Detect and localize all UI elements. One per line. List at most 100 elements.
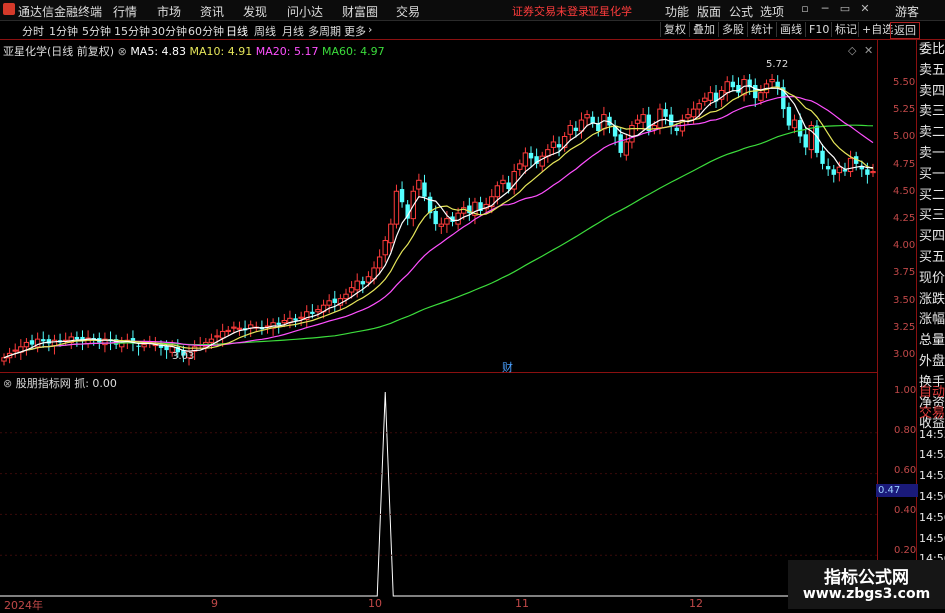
side-label-12[interactable]: 涨跌 — [919, 290, 945, 311]
candle-body — [797, 120, 803, 137]
watermark: 指标公式网 www.zbgs3.com — [788, 560, 945, 609]
period-multi[interactable]: 多周期 — [308, 23, 341, 39]
kline-chart[interactable] — [0, 40, 878, 609]
price-tick-2: 5.00 — [893, 131, 916, 143]
side-trade-0[interactable]: 自动 — [919, 383, 945, 404]
period-fenshi[interactable]: 分时 — [22, 23, 44, 39]
side-label-6[interactable]: 买一 — [919, 165, 945, 186]
side-trade-6[interactable]: 14:56 — [919, 508, 945, 528]
guest-label[interactable]: 游客 — [895, 3, 919, 20]
menu-news[interactable]: 资讯 — [200, 3, 224, 20]
side-trade-1[interactable]: 交易 — [919, 404, 945, 425]
ma60-label: MA60: 4.97 — [321, 45, 385, 58]
restore-icon[interactable]: ▭ — [838, 2, 852, 16]
menu-market[interactable]: 市场 — [157, 3, 181, 20]
candle-body — [786, 106, 792, 126]
close-panel-icon[interactable]: ✕ — [864, 44, 873, 57]
ma5-label: MA5: 4.83 — [130, 45, 187, 58]
square-icon[interactable]: ▫ — [798, 2, 812, 16]
candle-body — [214, 335, 220, 338]
period-month[interactable]: 月线 — [282, 23, 304, 39]
login-notice[interactable]: 证券交易未登录 — [512, 3, 589, 19]
candle-body — [422, 182, 427, 197]
period-1min[interactable]: 1分钟 — [49, 23, 78, 39]
menu-trade[interactable]: 交易 — [396, 3, 420, 20]
side-label-4[interactable]: 卖二 — [919, 123, 945, 144]
side-label-9[interactable]: 买四 — [919, 227, 945, 248]
side-label-15[interactable]: 外盘 — [919, 352, 945, 373]
ma10-label: MA10: 4.91 — [189, 45, 253, 58]
side-label-1[interactable]: 卖五 — [919, 61, 945, 82]
side-label-5[interactable]: 卖一 — [919, 144, 945, 165]
price-tick-9: 3.25 — [893, 321, 916, 333]
candle-body — [623, 141, 630, 156]
candle-body — [438, 223, 445, 227]
draw-button[interactable]: 画线 — [776, 22, 805, 37]
overlay-button[interactable]: 叠加 — [689, 22, 718, 37]
close-icon[interactable]: ✕ — [858, 2, 872, 16]
candle-body — [690, 108, 697, 118]
x-label-2024: 2024年 — [4, 599, 43, 612]
settings-icon[interactable]: ⊗ — [118, 45, 127, 58]
indicator-group — [0, 391, 877, 597]
candles-group — [1, 74, 876, 366]
side-label-2[interactable]: 卖四 — [919, 82, 945, 103]
chevron-right-icon[interactable]: › — [368, 23, 372, 36]
menu-quotes[interactable]: 行情 — [113, 3, 137, 20]
side-label-14[interactable]: 总量 — [919, 331, 945, 352]
side-label-0[interactable]: 委比 — [919, 40, 945, 61]
side-trade-2[interactable]: 14:55 — [919, 425, 945, 445]
period-30min[interactable]: 30分钟 — [151, 23, 187, 39]
candle-body — [522, 152, 529, 167]
menu-function[interactable]: 功能 — [665, 3, 689, 20]
f10-button[interactable]: F10 — [805, 22, 832, 37]
menu-options[interactable]: 选项 — [760, 3, 784, 20]
candle-body — [219, 330, 226, 339]
stock-name: 亚星化学(日线 前复权) — [3, 45, 115, 58]
menu-formula[interactable]: 公式 — [729, 3, 753, 20]
minimize-icon[interactable]: ─ — [818, 2, 832, 16]
side-label-3[interactable]: 卖三 — [919, 102, 945, 123]
candle-body — [578, 119, 585, 132]
period-5min[interactable]: 5分钟 — [82, 23, 111, 39]
finance-marker[interactable]: 财 — [502, 359, 513, 375]
side-trade-4[interactable]: 14:55 — [919, 466, 945, 486]
period-day[interactable]: 日线 — [226, 23, 248, 39]
side-label-7[interactable]: 买二 — [919, 186, 945, 207]
stats-button[interactable]: 统计 — [747, 22, 776, 37]
candle-body — [29, 340, 35, 345]
back-button[interactable]: 返回 — [890, 22, 920, 39]
multi-stock-button[interactable]: 多股 — [718, 22, 747, 37]
candle-body — [831, 169, 836, 175]
period-15min[interactable]: 15分钟 — [114, 23, 150, 39]
side-label-10[interactable]: 买五 — [919, 248, 945, 269]
candle-body — [865, 169, 870, 175]
menu-wealth[interactable]: 财富圈 — [342, 3, 378, 20]
side-trade-7[interactable]: 14:56 — [919, 529, 945, 549]
candle-body — [494, 185, 501, 198]
candle-body — [141, 344, 147, 348]
candle-body — [416, 179, 422, 190]
fuquan-button[interactable]: 复权 — [660, 22, 689, 37]
candle-body — [444, 218, 450, 225]
side-label-13[interactable]: 涨幅 — [919, 310, 945, 331]
side-trade-5[interactable]: 14:56 — [919, 487, 945, 507]
side-label-11[interactable]: 现价 — [919, 269, 945, 290]
side-label-8[interactable]: 买三 — [919, 206, 945, 227]
candle-body — [550, 141, 557, 148]
indicator-settings-icon[interactable]: ⊗ — [3, 377, 12, 390]
candle-body — [433, 210, 438, 225]
candle-body — [663, 109, 668, 117]
period-week[interactable]: 周线 — [254, 23, 276, 39]
period-60min[interactable]: 60分钟 — [188, 23, 224, 39]
side-trade-3[interactable]: 14:55 — [919, 445, 945, 465]
diamond-icon[interactable]: ◇ — [848, 44, 856, 57]
candle-body — [836, 166, 843, 174]
ma20-label: MA20: 5.17 — [255, 45, 319, 58]
candle-body — [674, 127, 679, 132]
period-more[interactable]: 更多 — [344, 23, 366, 39]
menu-ask[interactable]: 问小达 — [287, 3, 323, 20]
mark-button[interactable]: 标记 — [831, 22, 860, 37]
menu-layout[interactable]: 版面 — [697, 3, 721, 20]
menu-discover[interactable]: 发现 — [243, 3, 267, 20]
